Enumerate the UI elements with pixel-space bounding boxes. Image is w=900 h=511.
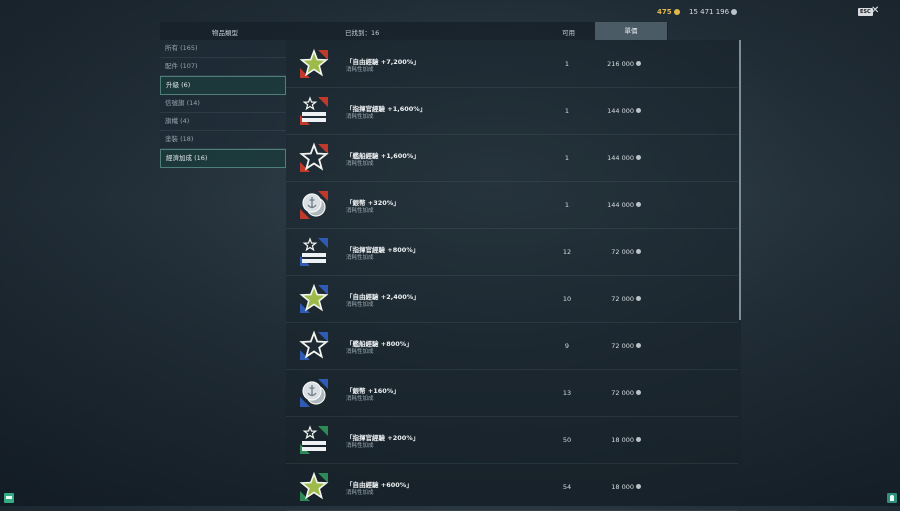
item-row[interactable]: 「自由經驗 +7,200%」 消耗性加成 1 216 000	[286, 40, 738, 88]
item-description: 消耗性加成	[346, 302, 374, 308]
item-price-value: 216 000	[607, 60, 634, 68]
item-price-value: 72 000	[611, 248, 634, 256]
item-price: 144 000	[586, 107, 641, 115]
item-price: 18 000	[586, 436, 641, 444]
item-row[interactable]: 「艦船經驗 +800%」 消耗性加成 9 72 000	[286, 322, 738, 370]
top-bar: 475 15 471 196 ESC ✕	[0, 5, 900, 20]
sidebar-category-6[interactable]: 經濟加成 (16)	[160, 149, 286, 168]
credits-icon	[636, 108, 641, 113]
item-price-value: 144 000	[607, 154, 634, 162]
ship-xp-star-icon	[298, 330, 330, 362]
sidebar-category-3[interactable]: 信號旗 (14)	[160, 95, 286, 113]
item-description: 消耗性加成	[346, 349, 374, 355]
credits-icon	[636, 390, 641, 395]
credits-icon	[636, 61, 641, 66]
sidebar-category-2[interactable]: 升級 (6)	[160, 76, 286, 95]
item-description: 消耗性加成	[346, 396, 374, 402]
credits-icon	[636, 437, 641, 442]
item-description: 消耗性加成	[346, 255, 374, 261]
item-price-value: 144 000	[607, 201, 634, 209]
item-price-value: 144 000	[607, 107, 634, 115]
item-row[interactable]: 「自由經驗 +2,400%」 消耗性加成 10 72 000	[286, 275, 738, 323]
inventory-panel: 物品類型 已找到：16 可用 單價 所有 (165) 配件 (107) 升級 (6)…	[160, 22, 742, 511]
item-row[interactable]: 「指揮官經驗 +800%」 消耗性加成 12 72 000	[286, 228, 738, 276]
gold-icon	[673, 9, 680, 15]
item-row[interactable]: 「指揮官經驗 +1,600%」 消耗性加成 1 144 000	[286, 87, 738, 135]
scrollbar[interactable]	[739, 40, 741, 320]
credits-icon	[636, 155, 641, 160]
header-item-type: 物品類型	[212, 29, 238, 37]
credits-coin-icon	[298, 377, 330, 409]
free-xp-star-icon	[298, 283, 330, 315]
commander-xp-icon	[298, 424, 330, 456]
item-description: 消耗性加成	[346, 443, 374, 449]
notification-button[interactable]	[887, 493, 897, 503]
item-row[interactable]: 「銀幣 +160%」 消耗性加成 13 72 000	[286, 369, 738, 417]
sidebar-category-0[interactable]: 所有 (165)	[160, 40, 286, 58]
item-price: 72 000	[586, 342, 641, 350]
commander-xp-icon	[298, 95, 330, 127]
category-sidebar: 所有 (165) 配件 (107) 升級 (6) 信號旗 (14) 旗幟 (4) 塗裝 (…	[160, 40, 286, 168]
sidebar-category-5[interactable]: 塗裝 (18)	[160, 131, 286, 149]
sidebar-category-4[interactable]: 旗幟 (4)	[160, 113, 286, 131]
item-row[interactable]: 「銀幣 +320%」 消耗性加成 1 144 000	[286, 181, 738, 229]
item-price: 144 000	[586, 154, 641, 162]
item-row[interactable]: 「指揮官經驗 +200%」 消耗性加成 50 18 000	[286, 416, 738, 464]
item-price: 144 000	[586, 201, 641, 209]
item-list: 「自由經驗 +7,200%」 消耗性加成 1 216 000 「指揮官經驗 +1,600…	[286, 40, 741, 511]
item-price: 18 000	[586, 483, 641, 491]
credits-icon	[636, 296, 641, 301]
header-found-count: 已找到：16	[345, 29, 380, 37]
gold-balance: 475	[657, 8, 680, 16]
item-description: 消耗性加成	[346, 490, 374, 496]
item-description: 消耗性加成	[346, 114, 374, 120]
item-price-value: 18 000	[611, 483, 634, 491]
commander-xp-icon	[298, 236, 330, 268]
chat-button[interactable]	[4, 493, 14, 503]
credits-balance: 15 471 196	[689, 8, 738, 16]
item-price-value: 72 000	[611, 342, 634, 350]
item-description: 消耗性加成	[346, 208, 374, 214]
credits-icon	[636, 343, 641, 348]
item-row[interactable]: 「艦船經驗 +1,600%」 消耗性加成 1 144 000	[286, 134, 738, 182]
gold-amount: 475	[657, 8, 672, 16]
credits-icon	[636, 249, 641, 254]
item-row[interactable]: 「自由經驗 +600%」 消耗性加成 54 18 000	[286, 463, 738, 511]
item-price-value: 72 000	[611, 295, 634, 303]
credits-coin-icon	[298, 189, 330, 221]
credits-icon	[636, 484, 641, 489]
credits-icon	[636, 202, 641, 207]
header-price[interactable]: 單價	[595, 22, 667, 40]
ship-xp-star-icon	[298, 142, 330, 174]
credits-amount: 15 471 196	[689, 8, 730, 16]
item-price-value: 18 000	[611, 436, 634, 444]
item-price: 72 000	[586, 389, 641, 397]
credits-icon	[731, 9, 738, 15]
header-available[interactable]: 可用	[562, 27, 575, 37]
item-price-value: 72 000	[611, 389, 634, 397]
item-description: 消耗性加成	[346, 67, 374, 73]
close-icon[interactable]: ✕	[871, 5, 879, 16]
item-price: 72 000	[586, 248, 641, 256]
item-price: 216 000	[586, 60, 641, 68]
free-xp-star-icon	[298, 48, 330, 80]
free-xp-star-icon	[298, 471, 330, 503]
table-header: 物品類型 已找到：16 可用 單價	[160, 22, 668, 40]
item-price: 72 000	[586, 295, 641, 303]
item-description: 消耗性加成	[346, 161, 374, 167]
sidebar-category-1[interactable]: 配件 (107)	[160, 58, 286, 76]
